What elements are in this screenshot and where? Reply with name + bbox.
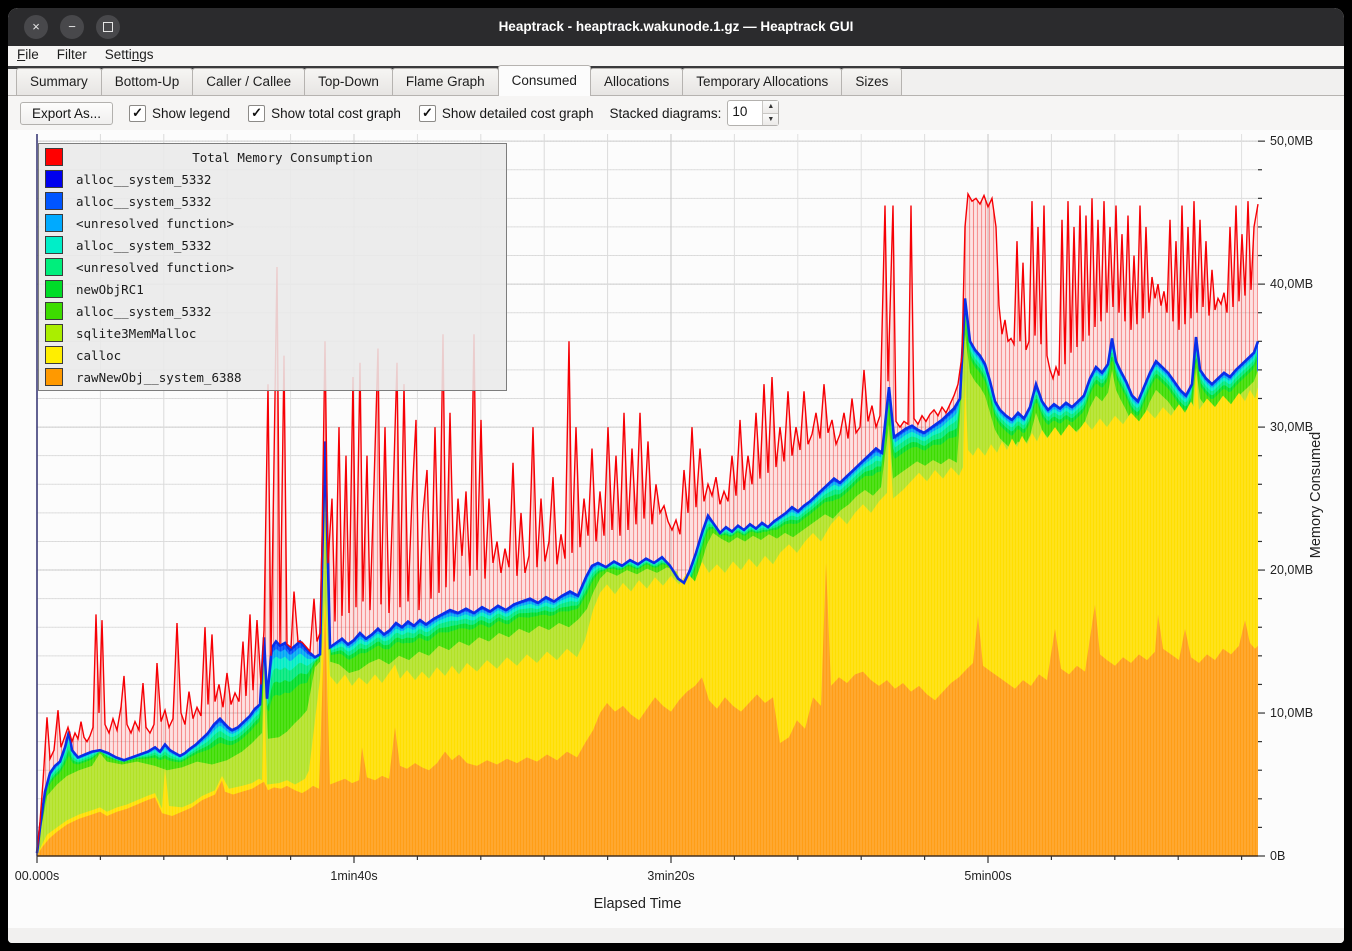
tab-consumed[interactable]: Consumed [498,65,591,96]
menu-item-settings[interactable]: Settings [96,46,163,63]
legend-swatch [45,170,63,188]
legend-label: alloc__system_5332 [76,304,211,319]
legend-swatch [45,192,63,210]
tab-caller-callee[interactable]: Caller / Callee [192,68,305,95]
checkbox-show-total-cost-graph[interactable]: ✓ Show total cost graph [248,105,401,122]
y-tick-label: 50,0MB [1270,134,1313,148]
legend-swatch [45,148,63,166]
window-title: Heaptrack - heaptrack.wakunode.1.gz — He… [8,8,1344,46]
tab-flame-graph[interactable]: Flame Graph [392,68,499,95]
checkbox-label: Show total cost graph [271,106,401,121]
checkbox-group: ✓ Show legend ✓ Show total cost graph ✓ Show … [129,105,594,122]
legend-item[interactable]: <unresolved function> [39,212,506,234]
legend-label: alloc__system_5332 [76,194,211,209]
legend-item[interactable]: alloc__system_5332 [39,190,506,212]
legend-item[interactable]: calloc [39,344,506,366]
legend-label: calloc [76,348,121,363]
legend-label: alloc__system_5332 [76,172,211,187]
y-tick-label: 0B [1270,849,1285,863]
tab-summary[interactable]: Summary [16,68,102,95]
legend-item[interactable]: newObjRC1 [39,278,506,300]
app-window: × − Heaptrack - heaptrack.wakunode.1.gz … [8,8,1344,943]
legend-label: newObjRC1 [76,282,144,297]
legend-item[interactable]: rawNewObj__system_6388 [39,366,506,388]
y-tick-label: 10,0MB [1270,706,1313,720]
legend-swatch [45,368,63,386]
x-tick-label: 3min20s [647,869,694,883]
x-tick-label: 5min00s [964,869,1011,883]
legend-item[interactable]: alloc__system_5332 [39,300,506,322]
title-bar[interactable]: × − Heaptrack - heaptrack.wakunode.1.gz … [8,8,1344,46]
legend-item[interactable]: Total Memory Consumption [39,146,506,168]
checkbox-icon[interactable]: ✓ [129,105,146,122]
window-footer [8,928,1344,943]
legend-label: rawNewObj__system_6388 [76,370,242,385]
toolbar: Export As... ✓ Show legend ✓ Show total cos… [8,96,1344,130]
x-axis-title: Elapsed Time [594,896,682,912]
menu-bar: FileFilterSettings [8,46,1344,66]
legend-label: alloc__system_5332 [76,238,211,253]
legend-swatch [45,302,63,320]
tab-sizes[interactable]: Sizes [841,68,902,95]
checkbox-label: Show legend [152,106,230,121]
checkbox-show-legend[interactable]: ✓ Show legend [129,105,230,122]
y-tick-label: 20,0MB [1270,563,1313,577]
legend-swatch [45,324,63,342]
legend-item[interactable]: sqlite3MemMalloc [39,322,506,344]
x-tick-label: 00.000s [15,869,59,883]
checkbox-show-detailed-cost-graph[interactable]: ✓ Show detailed cost graph [419,105,594,122]
tab-temporary-allocations[interactable]: Temporary Allocations [682,68,842,95]
legend-swatch [45,236,63,254]
checkbox-label: Show detailed cost graph [442,106,594,121]
checkbox-icon[interactable]: ✓ [248,105,265,122]
legend-label: <unresolved function> [76,216,234,231]
chart-legend[interactable]: Total Memory Consumption alloc__system_53… [38,143,507,391]
legend-label: Total Memory Consumption [63,150,502,165]
legend-swatch [45,258,63,276]
spin-down-icon[interactable]: ▼ [763,114,778,126]
tab-top-down[interactable]: Top-Down [304,68,393,95]
stacked-diagrams-value[interactable]: 10 [728,101,762,125]
legend-label: <unresolved function> [76,260,234,275]
stacked-diagrams-label: Stacked diagrams: [610,106,722,121]
consumed-chart-area[interactable]: 00.000s 1min40s 3min20s 5min00s 0B 10,0MB 20,0… [8,130,1344,928]
tab-bottom-up[interactable]: Bottom-Up [101,68,194,95]
tab-allocations[interactable]: Allocations [590,68,683,95]
legend-swatch [45,280,63,298]
x-tick-label: 1min40s [330,869,377,883]
legend-item[interactable]: <unresolved function> [39,256,506,278]
legend-label: sqlite3MemMalloc [76,326,196,341]
legend-swatch [45,214,63,232]
export-as-button[interactable]: Export As... [20,102,113,125]
tab-bar: SummaryBottom-UpCaller / CalleeTop-DownF… [8,69,1344,96]
checkbox-icon[interactable]: ✓ [419,105,436,122]
y-tick-label: 30,0MB [1270,420,1313,434]
stacked-diagrams-spinbox[interactable]: 10 ▲ ▼ [727,100,779,126]
y-tick-label: 40,0MB [1270,277,1313,291]
legend-item[interactable]: alloc__system_5332 [39,168,506,190]
y-axis-title: Memory Consumed [1308,432,1324,559]
spin-up-icon[interactable]: ▲ [763,101,778,114]
legend-swatch [45,346,63,364]
menu-item-filter[interactable]: Filter [48,46,96,63]
legend-item[interactable]: alloc__system_5332 [39,234,506,256]
menu-item-file[interactable]: File [8,46,48,63]
